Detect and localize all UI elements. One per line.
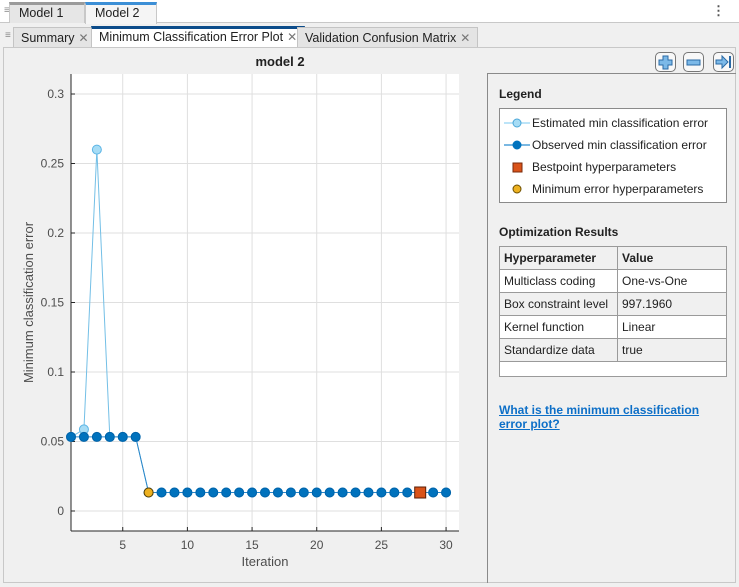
legend-item-estimated: Estimated min classification error — [500, 114, 726, 132]
minus-icon — [686, 59, 701, 66]
x-tick-label: 15 — [245, 538, 259, 552]
table-row: Box constraint level 997.1960 — [499, 292, 727, 316]
help-link[interactable]: What is the minimum classification error… — [499, 403, 719, 431]
legend: Estimated min classification error Obser… — [499, 108, 727, 203]
observed-point — [441, 487, 452, 498]
observed-point — [169, 487, 180, 498]
legend-label: Estimated min classification error — [532, 116, 709, 130]
cell-hyperparameter: Kernel function — [499, 315, 618, 339]
observed-point — [298, 487, 309, 498]
observed-point — [234, 487, 245, 498]
restore-view-button[interactable] — [713, 52, 734, 72]
observed-point — [363, 487, 374, 498]
y-tick-label: 0.15 — [41, 296, 65, 310]
legend-title: Legend — [499, 87, 542, 101]
more-options-icon[interactable]: ⋮ — [712, 3, 725, 19]
estimated-point — [91, 144, 102, 155]
observed-point — [91, 431, 102, 442]
cell-value: One-vs-One — [617, 269, 727, 293]
cell-hyperparameter: Standardize data — [499, 338, 618, 362]
observed-point — [104, 431, 115, 442]
x-axis-label: Iteration — [242, 554, 289, 569]
y-tick-label: 0.25 — [41, 157, 65, 171]
x-tick-label: 5 — [119, 538, 126, 552]
observed-point — [130, 431, 141, 442]
observed-point — [66, 431, 76, 442]
observed-point — [285, 487, 296, 498]
cell-hyperparameter: Multiclass coding — [499, 269, 618, 293]
bestpoint-marker — [414, 486, 427, 499]
cell-hyperparameter: Box constraint level — [499, 292, 618, 316]
observed-point — [247, 487, 258, 498]
legend-label: Minimum error hyperparameters — [532, 182, 704, 196]
table-row: Standardize data true — [499, 338, 727, 362]
yellow-circle-icon — [512, 184, 522, 194]
observed-point — [324, 487, 335, 498]
empty-cell — [499, 361, 727, 377]
observed-point — [156, 487, 167, 498]
legend-item-bestpoint: Bestpoint hyperparameters — [500, 158, 726, 176]
plus-icon — [658, 55, 673, 70]
y-tick-label: 0.3 — [47, 87, 64, 101]
y-tick-label: 0.05 — [41, 434, 65, 448]
legend-item-observed: Observed min classification error — [500, 136, 726, 154]
observed-point — [402, 487, 413, 498]
cell-value: true — [617, 338, 727, 362]
results-table: Hyperparameter Value Multiclass coding O… — [499, 246, 727, 377]
observed-point — [78, 431, 89, 442]
header-hyperparameter: Hyperparameter — [499, 246, 618, 270]
observed-point — [272, 487, 283, 498]
blue-circle-line-icon — [504, 140, 530, 150]
results-title: Optimization Results — [499, 225, 619, 239]
x-tick-label: 10 — [181, 538, 195, 552]
arrow-to-end-icon — [715, 54, 731, 70]
y-axis-label: Minimum classification error — [21, 221, 36, 383]
table-row: Kernel function Linear — [499, 315, 727, 339]
cell-value: Linear — [617, 315, 727, 339]
observed-point — [350, 487, 361, 498]
side-panel: Legend Estimated min classification erro… — [487, 73, 736, 583]
chart-svg: 5 10 15 20 25 30 0 0.05 0.1 0.15 0.2 0.25 0.3 Iterati… — [21, 74, 459, 569]
observed-point — [389, 487, 400, 498]
zoom-in-button[interactable] — [655, 52, 676, 72]
observed-point — [337, 487, 348, 498]
x-tick-label: 25 — [375, 538, 389, 552]
header-value: Value — [617, 246, 727, 270]
light-blue-circle-line-icon — [504, 118, 530, 128]
min-error-marker — [143, 487, 154, 498]
y-tick-label: 0.1 — [47, 365, 64, 379]
y-tick-label: 0 — [57, 504, 64, 518]
observed-point — [195, 487, 206, 498]
x-tick-label: 30 — [439, 538, 453, 552]
table-row-empty — [499, 361, 727, 377]
observed-point — [311, 487, 322, 498]
table-header-row: Hyperparameter Value — [499, 246, 727, 270]
observed-point — [117, 431, 128, 442]
legend-label: Bestpoint hyperparameters — [532, 160, 677, 174]
observed-point — [221, 487, 232, 498]
legend-label: Observed min classification error — [532, 138, 707, 152]
zoom-out-button[interactable] — [683, 52, 704, 72]
observed-point — [376, 487, 387, 498]
orange-square-icon — [512, 162, 523, 173]
x-tick-label: 20 — [310, 538, 324, 552]
y-tick-label: 0.2 — [47, 226, 64, 240]
observed-point — [208, 487, 219, 498]
observed-point — [260, 487, 270, 498]
observed-point — [182, 487, 193, 498]
table-row: Multiclass coding One-vs-One — [499, 269, 727, 293]
observed-point — [428, 487, 439, 498]
cell-value: 997.1960 — [617, 292, 727, 316]
legend-item-min-error: Minimum error hyperparameters — [500, 180, 726, 198]
